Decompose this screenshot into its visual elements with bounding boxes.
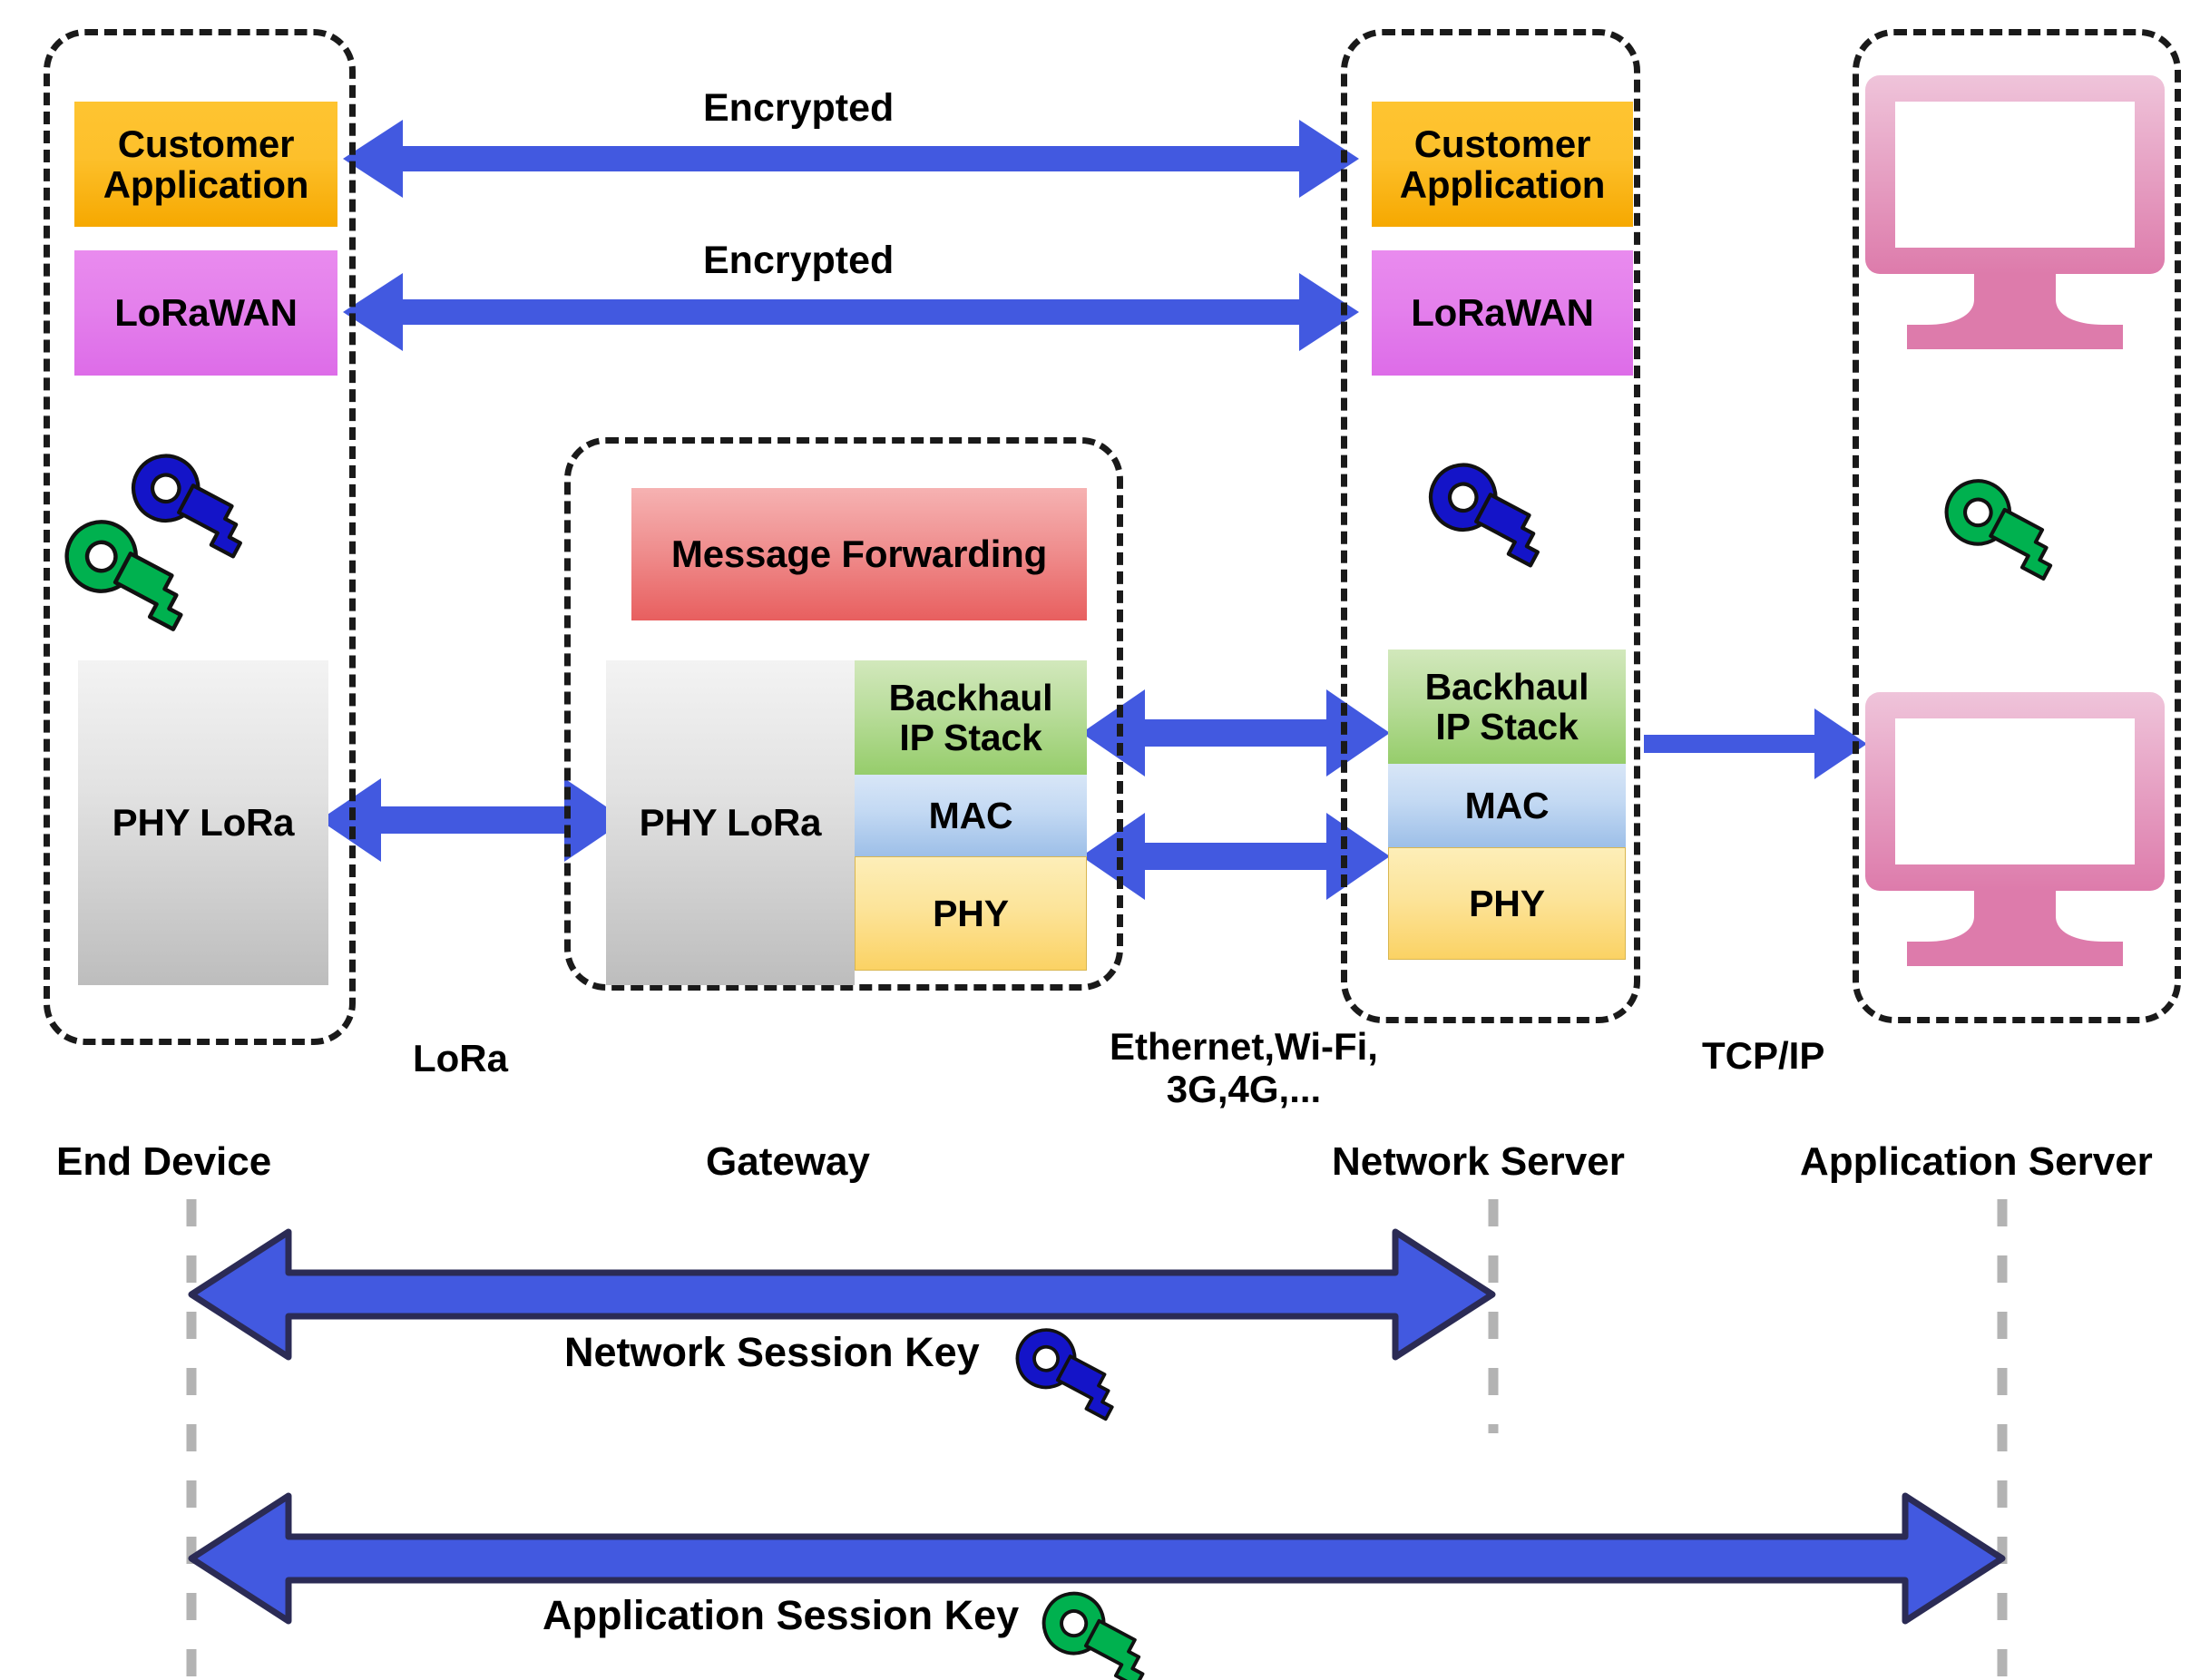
network-server-backhaul-ip-stack-box: Backhaul IP Stack [1388,650,1626,764]
network-server-phy-box: PHY [1388,847,1626,960]
end-device-customer-application-label: Customer Application [103,122,309,206]
gateway-phy-lora-label: PHY LoRa [639,801,822,845]
arrow-encrypted-application [343,120,1359,198]
column-label-end-device: End Device [56,1139,272,1184]
link-label-encrypted-application: Encrypted [703,86,895,130]
zone-application-server [1853,29,2181,1023]
network-server-phy-label: PHY [1469,882,1545,924]
link-label-backhaul-media: Ethernet,Wi-Fi, 3G,4G,... [1110,1025,1378,1111]
network-server-mac-label: MAC [1464,784,1550,826]
network-session-key-inline-icon [1015,1328,1114,1421]
gateway-backhaul-ip-stack-label: Backhaul IP Stack [888,676,1053,758]
end-device-customer-application-box: Customer Application [74,102,337,227]
network-server-lorawan-box: LoRaWAN [1372,250,1633,376]
network-server-customer-application-box: Customer Application [1372,102,1633,227]
arrow-tcp-ip [1644,708,1867,779]
gateway-message-forwarding-label: Message Forwarding [670,532,1048,576]
network-server-backhaul-ip-stack-label: Backhaul IP Stack [1424,665,1589,747]
link-label-lora: LoRa [413,1037,508,1079]
network-server-customer-application-label: Customer Application [1399,122,1606,206]
application-session-key-inline-icon [1041,1591,1145,1680]
gateway-phy-lora-box: PHY LoRa [606,660,855,985]
gateway-backhaul-ip-stack-box: Backhaul IP Stack [855,660,1087,775]
link-label-encrypted-lorawan: Encrypted [703,239,895,282]
end-device-lorawan-box: LoRaWAN [74,250,337,376]
link-label-tcp-ip: TCP/IP [1702,1034,1825,1077]
column-label-application-server: Application Server [1800,1139,2153,1184]
arrow-encrypted-lorawan [343,273,1359,351]
gateway-message-forwarding-box: Message Forwarding [631,488,1087,620]
column-label-network-server: Network Server [1332,1139,1625,1184]
network-server-mac-box: MAC [1388,764,1626,847]
gateway-mac-label: MAC [928,794,1013,836]
end-device-phy-lora-box: PHY LoRa [78,660,328,985]
gateway-phy-label: PHY [933,892,1009,934]
session-key-label-network: Network Session Key [564,1329,980,1375]
gateway-mac-box: MAC [855,775,1087,856]
lorawan-architecture-diagram: Customer Application LoRaWAN PHY LoRa Me… [0,0,2210,1680]
arrow-application-session-key [188,1492,2006,1625]
network-server-lorawan-label: LoRaWAN [1411,291,1594,335]
session-key-label-application: Application Session Key [543,1592,1020,1638]
end-device-phy-lora-label: PHY LoRa [112,801,295,845]
gateway-phy-box: PHY [855,856,1087,971]
end-device-lorawan-label: LoRaWAN [114,291,298,335]
column-label-gateway: Gateway [706,1139,870,1184]
